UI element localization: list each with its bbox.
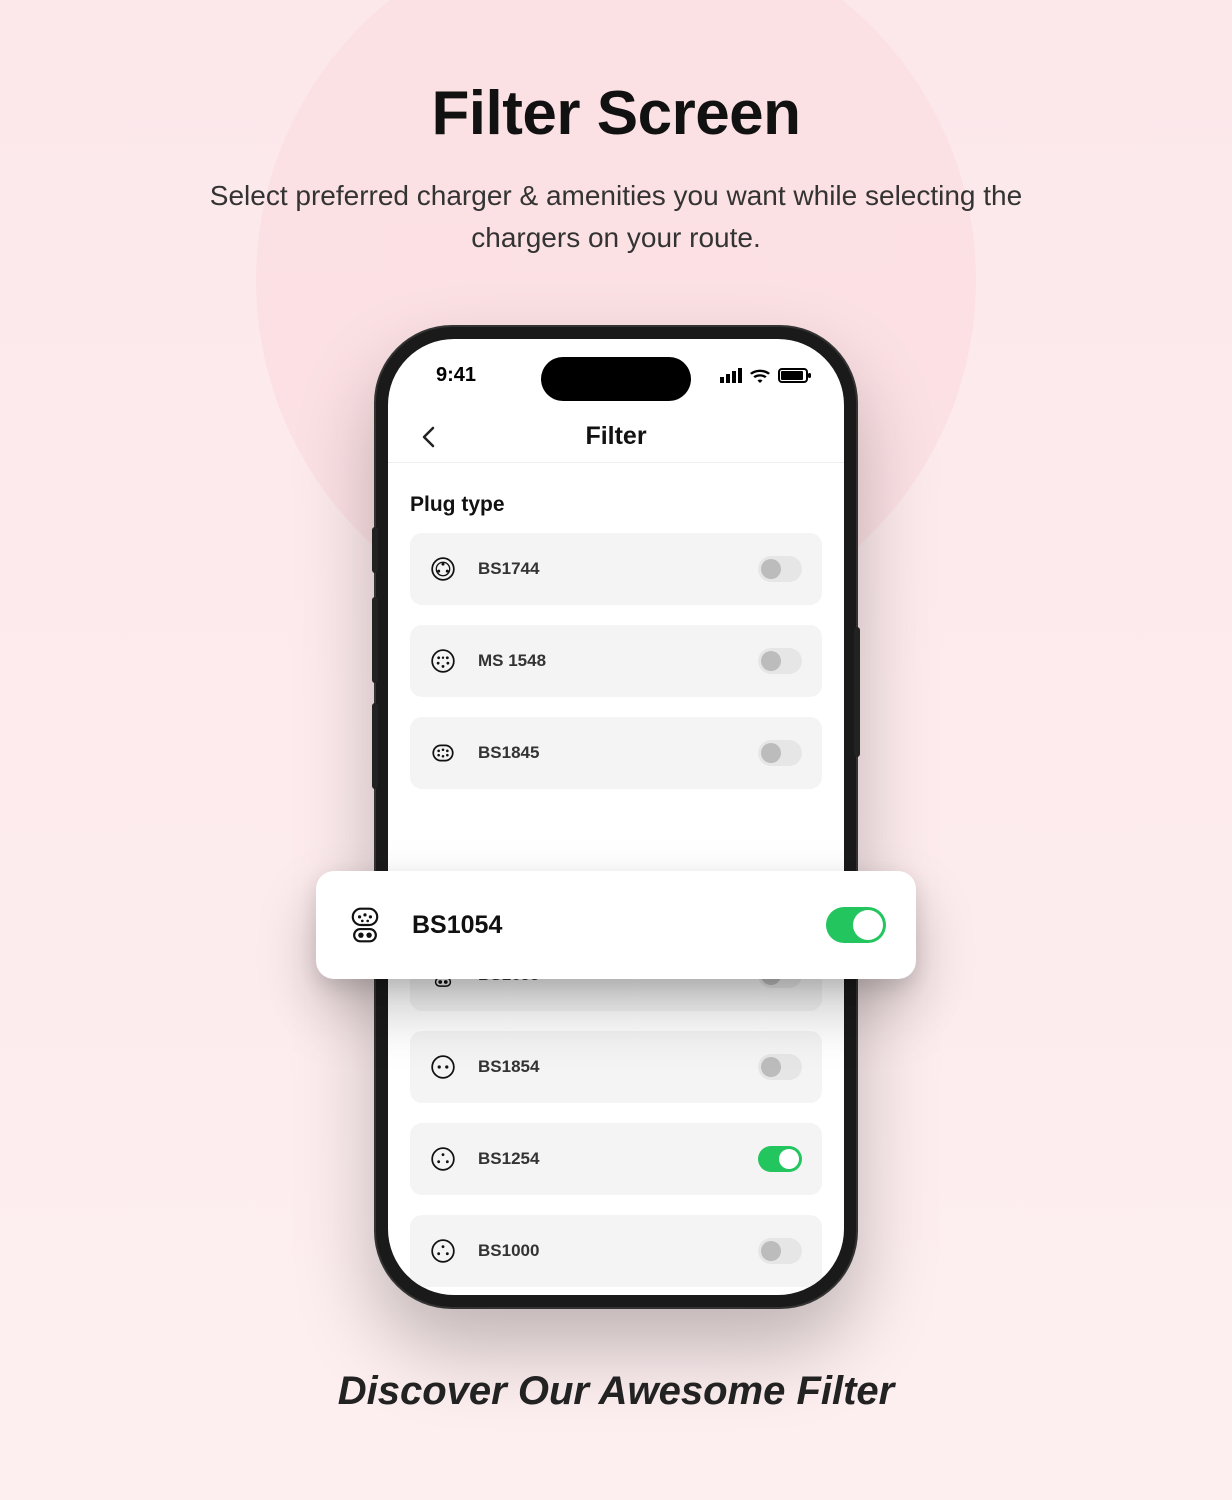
section-title: Plug type bbox=[388, 463, 844, 533]
plug-label: BS1000 bbox=[478, 1241, 736, 1261]
plug-icon bbox=[346, 906, 384, 944]
toggle-knob bbox=[761, 743, 781, 763]
plug-toggle[interactable] bbox=[826, 907, 886, 943]
plug-row[interactable]: MS 1548 bbox=[410, 625, 822, 697]
plug-icon bbox=[430, 648, 456, 674]
page-title: Filter Screen bbox=[0, 0, 1232, 149]
toggle-knob bbox=[853, 910, 883, 940]
side-button bbox=[372, 597, 378, 683]
wifi-icon bbox=[750, 368, 770, 383]
plug-icon bbox=[430, 1238, 456, 1264]
toggle-knob bbox=[761, 1057, 781, 1077]
plug-toggle[interactable] bbox=[758, 740, 802, 766]
plug-label: BS1845 bbox=[478, 743, 736, 763]
plug-toggle[interactable] bbox=[758, 556, 802, 582]
page-subtitle: Select preferred charger & amenities you… bbox=[191, 175, 1041, 259]
plug-icon bbox=[430, 1054, 456, 1080]
plug-icon bbox=[430, 556, 456, 582]
status-indicators bbox=[720, 368, 808, 383]
battery-icon bbox=[778, 368, 808, 383]
plug-row[interactable]: BS1854 bbox=[410, 1031, 822, 1103]
plug-label: BS1254 bbox=[478, 1149, 736, 1169]
side-button bbox=[854, 627, 860, 757]
plug-row[interactable]: BS1254 bbox=[410, 1123, 822, 1195]
side-button bbox=[372, 527, 378, 573]
highlighted-plug-row[interactable]: BS1054 bbox=[316, 871, 916, 979]
side-button bbox=[372, 703, 378, 789]
toggle-knob bbox=[761, 559, 781, 579]
toggle-knob bbox=[779, 1149, 799, 1169]
phone-screen: 9:41 Filter Plug type BS1744 MS 1548 BS184… bbox=[388, 339, 844, 1295]
plug-toggle[interactable] bbox=[758, 1238, 802, 1264]
plug-toggle[interactable] bbox=[758, 1146, 802, 1172]
chevron-left-icon bbox=[421, 426, 435, 448]
plug-label: BS1854 bbox=[478, 1057, 736, 1077]
plug-toggle[interactable] bbox=[758, 648, 802, 674]
plug-label: BS1054 bbox=[412, 911, 798, 940]
toggle-knob bbox=[761, 1241, 781, 1261]
dynamic-island bbox=[541, 357, 691, 401]
toggle-knob bbox=[761, 651, 781, 671]
phone-mockup: 9:41 Filter Plug type BS1744 MS 1548 BS184… bbox=[376, 327, 856, 1307]
screen-title: Filter bbox=[585, 422, 646, 451]
plug-row[interactable]: BS1744 bbox=[410, 533, 822, 605]
plug-icon bbox=[430, 740, 456, 766]
plug-row[interactable]: BS1845 bbox=[410, 717, 822, 789]
cellular-icon bbox=[720, 368, 742, 383]
plug-label: MS 1548 bbox=[478, 651, 736, 671]
plug-row[interactable]: BS1000 bbox=[410, 1215, 822, 1287]
plug-icon bbox=[430, 1146, 456, 1172]
back-button[interactable] bbox=[410, 419, 446, 455]
footer-tagline: Discover Our Awesome Filter bbox=[0, 1369, 1232, 1414]
plug-toggle[interactable] bbox=[758, 1054, 802, 1080]
plug-label: BS1744 bbox=[478, 559, 736, 579]
status-time: 9:41 bbox=[436, 364, 476, 387]
phone-frame: 9:41 Filter Plug type BS1744 MS 1548 BS184… bbox=[376, 327, 856, 1307]
nav-bar: Filter bbox=[388, 411, 844, 463]
